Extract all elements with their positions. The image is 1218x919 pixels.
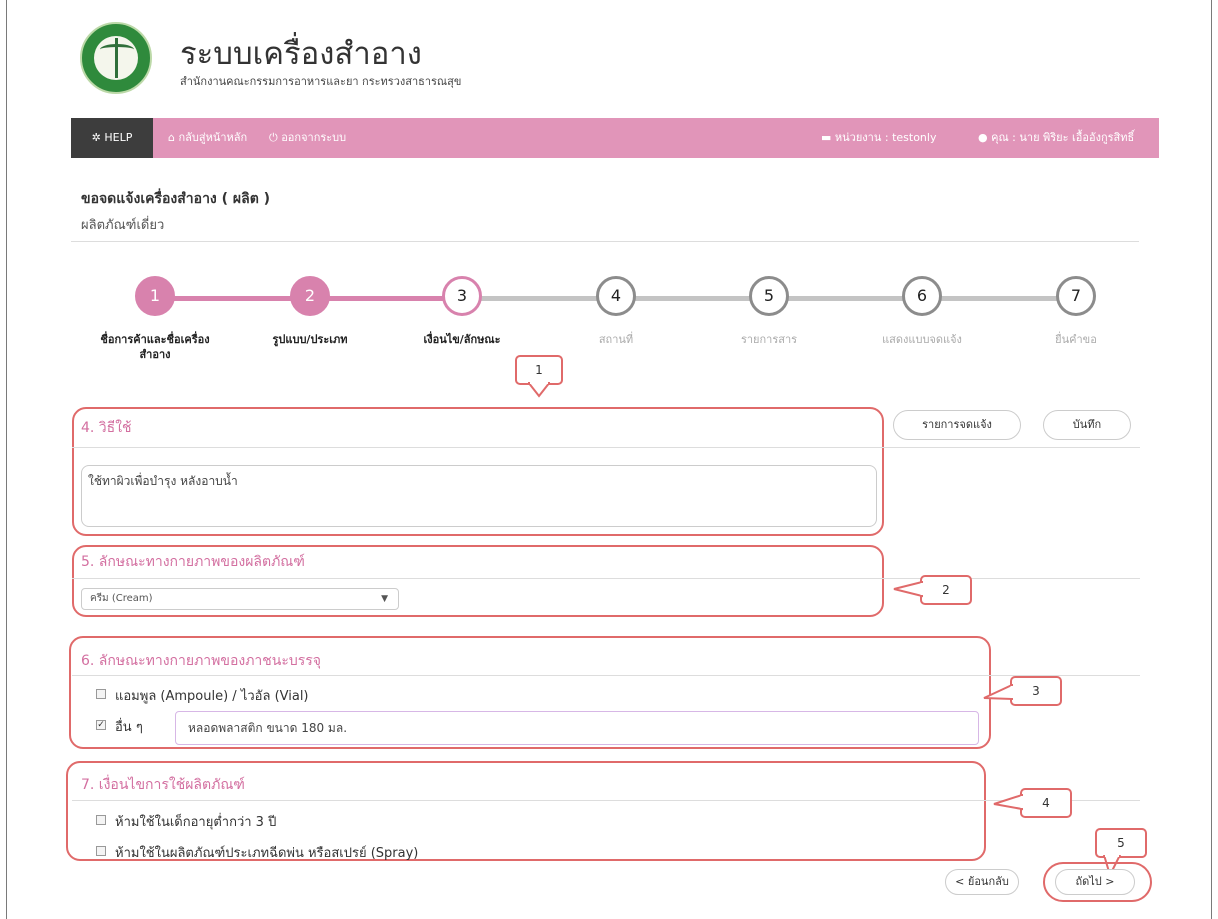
step-6-circle: 6 [902,276,942,316]
page-title: ขอจดแจ้งเครื่องสำอาง ( ผลิต ) [81,191,271,207]
no-children-checkbox[interactable] [96,815,106,825]
callout-5: 5 [1095,828,1147,858]
no-spray-label: ห้ามใช้ในผลิตภัณฑ์ประเภทฉีดพ่น หรือสเปรย… [115,846,419,861]
section-7-divider [72,800,1140,801]
step-3-circle[interactable]: 3 [442,276,482,316]
usage-textarea[interactable]: ใช้ทาผิวเพื่อบำรุง หลังอาบน้ำ [81,465,877,527]
user-label: คุณ : นาย พิริยะ เอื้ออังกูรสิทธิ์ [991,131,1135,144]
unit-label: หน่วยงาน : testonly [834,131,937,144]
section-7-title: 7. เงื่อนไขการใช้ผลิตภัณฑ์ [81,777,245,793]
home-label: กลับสู่หน้าหลัก [178,131,248,144]
help-button[interactable]: ✲ HELP [71,118,153,158]
section-6-divider [72,675,1140,676]
app-title: ระบบเครื่องสำอาง [180,36,422,72]
callout-3: 3 [1010,676,1062,706]
chevron-down-icon: ▼ [381,594,388,604]
fda-logo [80,22,152,94]
power-icon: ⏻ [269,131,278,144]
step-5-label: รายการสาร [740,333,798,346]
step-7-circle: 7 [1056,276,1096,316]
home-link[interactable]: ⌂ กลับสู่หน้าหลัก [168,118,247,158]
page-subtitle: ผลิตภัณฑ์เดี่ยว [81,218,165,233]
physical-form-select[interactable]: ครีม (Cream) ▼ [81,588,399,610]
callout-4-pointer [993,794,1023,811]
callout-4: 4 [1020,788,1072,818]
callout-2: 2 [920,575,972,605]
other-checkbox[interactable]: ✓ [96,720,106,730]
step-3-label: เงื่อนไข/ลักษณะ [423,333,501,346]
step-4-circle: 4 [596,276,636,316]
logout-label: ออกจากระบบ [281,131,347,144]
back-button[interactable]: < ย้อนกลับ [945,869,1019,895]
divider [71,241,1139,242]
step-1-circle[interactable]: 1 [135,276,175,316]
user-info[interactable]: ● คุณ : นาย พิริยะ เอื้ออังกูรสิทธิ์ [978,118,1134,158]
no-children-label: ห้ามใช้ในเด็กอายุต่ำกว่า 3 ปี [115,815,277,830]
callout-1-pointer [528,382,550,398]
unit-info: ▬ หน่วยงาน : testonly [821,118,936,158]
next-button[interactable]: ถัดไป > [1055,869,1135,895]
logout-link[interactable]: ⏻ ออกจากระบบ [269,118,346,158]
other-label: อื่น ๆ [115,720,143,735]
no-spray-checkbox[interactable] [96,846,106,856]
other-container-input[interactable]: หลอดพลาสติก ขนาด 180 มล. [175,711,979,745]
app-subtitle: สำนักงานคณะกรรมการอาหารและยา กระทรวงสาธา… [180,75,462,88]
briefcase-icon: ▬ [821,131,832,144]
callout-1: 1 [515,355,563,385]
physical-form-value: ครีม (Cream) [90,593,153,604]
callout-2-pointer [893,581,923,598]
step-7-label: ยื่นคำขอ [1055,333,1097,346]
section-4-title: 4. วิธีใช้ [81,420,132,436]
step-2-label: รูปแบบ/ประเภท [272,333,348,346]
ampoule-label: แอมพูล (Ampoule) / ไวอัล (Vial) [115,689,309,704]
step-2-circle[interactable]: 2 [290,276,330,316]
section-5-title: 5. ลักษณะทางกายภาพของผลิตภัณฑ์ [81,554,305,570]
step-5-circle: 5 [749,276,789,316]
notification-list-button[interactable]: รายการจดแจ้ง [893,410,1021,440]
save-button[interactable]: บันทึก [1043,410,1131,440]
top-navbar: ✲ HELP ⌂ กลับสู่หน้าหลัก ⏻ ออกจากระบบ ▬ … [71,118,1159,158]
user-icon: ● [978,131,988,144]
step-6-label: แสดงแบบจดแจ้ง [882,333,962,346]
logo-staff [115,38,118,78]
step-4-label: สถานที่ [598,333,634,346]
home-icon: ⌂ [168,131,175,144]
gear-icon: ✲ [91,131,101,144]
help-label: HELP [104,131,133,144]
section-4-divider [72,447,1140,448]
section-6-title: 6. ลักษณะทางกายภาพของภาชนะบรรจุ [81,653,322,669]
ampoule-checkbox[interactable] [96,689,106,699]
callout-3-pointer [983,684,1013,701]
step-1-label: ชื่อการค้าและชื่อเครื่องสำอาง [100,333,210,361]
section-5-divider [72,578,1140,579]
